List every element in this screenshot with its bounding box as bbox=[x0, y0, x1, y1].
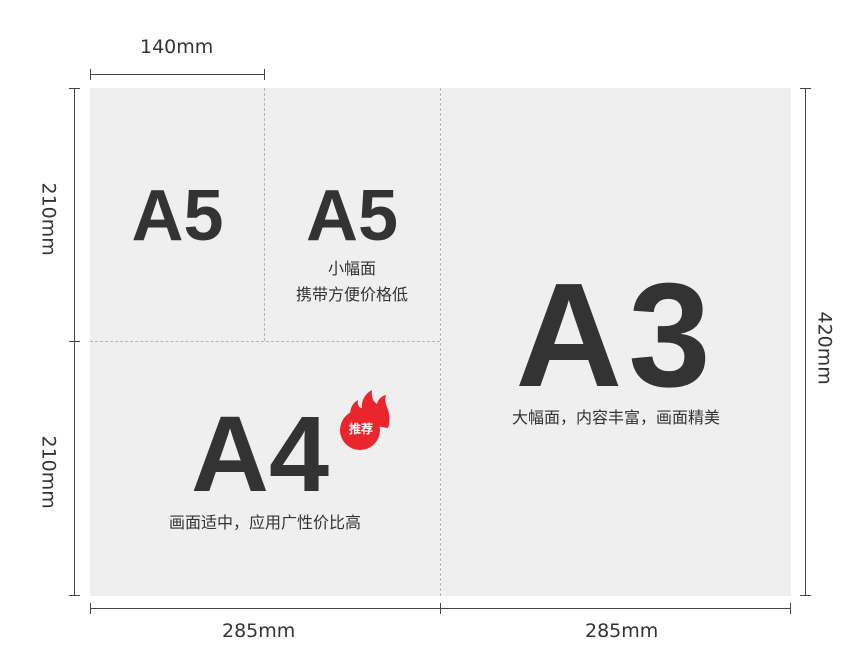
a3-label: A3 bbox=[515, 253, 717, 418]
a5-right-label: A5 bbox=[305, 176, 399, 256]
dimension-line-left bbox=[74, 88, 75, 596]
a3-caption: 大幅面，内容丰富，画面精美 bbox=[511, 408, 720, 427]
divider-a4 bbox=[90, 341, 440, 342]
dimension-tick bbox=[90, 603, 91, 614]
dimension-tick bbox=[264, 69, 265, 80]
a5-left-label: A5 bbox=[131, 176, 224, 256]
a5-right-caption-line1: 小幅面 bbox=[327, 259, 376, 278]
dimension-tick bbox=[90, 69, 91, 80]
a5-right-caption-line2: 携带方便价格低 bbox=[295, 285, 408, 304]
dimension-tick bbox=[69, 88, 80, 89]
dimension-tick bbox=[800, 88, 811, 89]
dimension-line-right bbox=[805, 88, 806, 596]
a4-caption: 画面适中，应用广性价比高 bbox=[168, 513, 361, 532]
dimension-left-lower: 210mm bbox=[37, 435, 60, 509]
recommend-flame-icon bbox=[340, 390, 390, 450]
dimension-bottom-right: 285mm bbox=[585, 620, 659, 642]
dimension-left-upper: 210mm bbox=[37, 182, 60, 256]
dimension-right: 420mm bbox=[813, 311, 836, 385]
dimension-tick bbox=[440, 603, 441, 614]
recommend-badge: 推荐 bbox=[348, 422, 373, 436]
dimension-tick bbox=[790, 603, 791, 614]
dimension-tick bbox=[69, 341, 80, 342]
a4-label: A4 bbox=[190, 393, 330, 514]
dimension-line-top bbox=[90, 74, 265, 75]
dimension-top-width: 140mm bbox=[140, 36, 214, 58]
dimension-tick bbox=[69, 595, 80, 596]
dimension-tick bbox=[800, 595, 811, 596]
dimension-bottom-left: 285mm bbox=[222, 620, 296, 642]
